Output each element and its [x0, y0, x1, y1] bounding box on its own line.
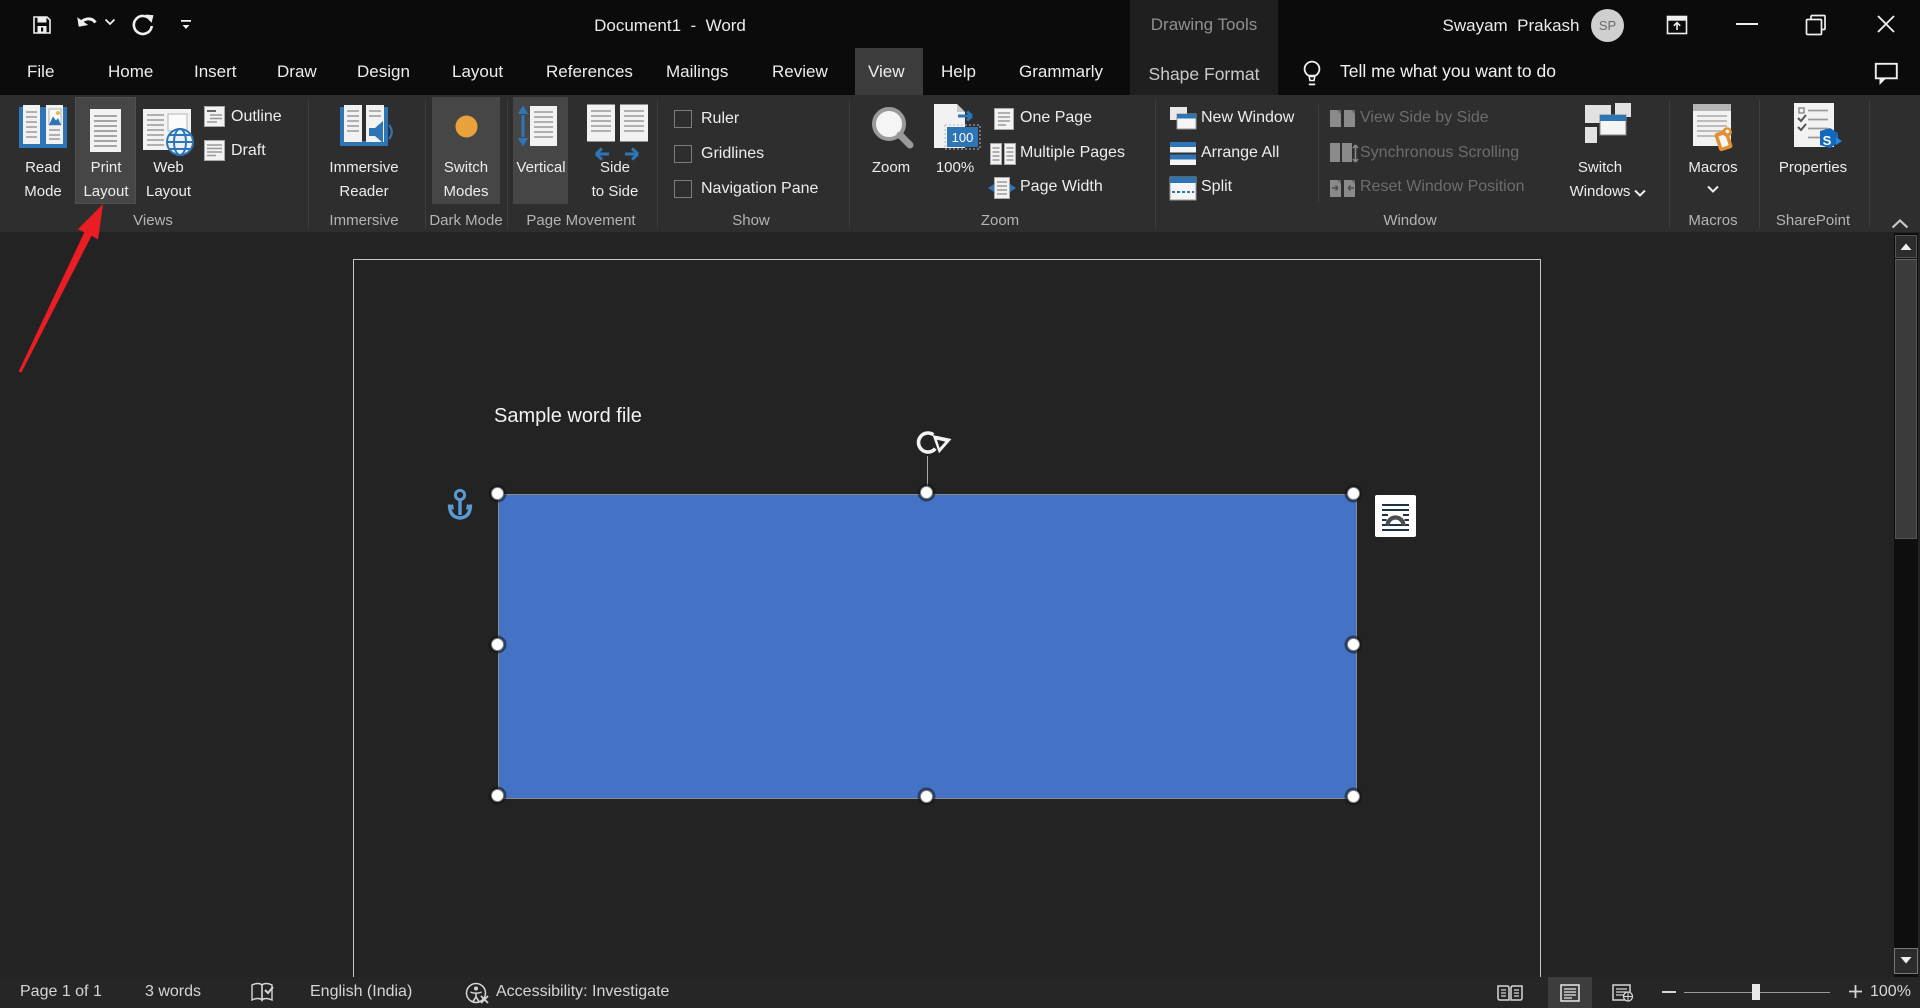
svg-text:S: S [1823, 133, 1832, 148]
svg-text:100: 100 [952, 130, 974, 145]
